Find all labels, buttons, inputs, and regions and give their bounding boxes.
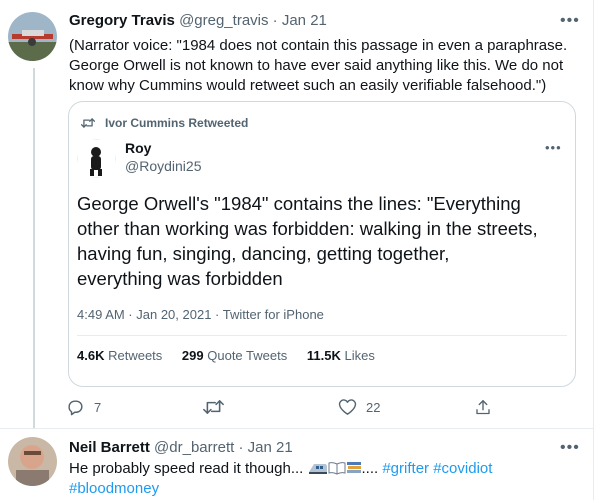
share-icon — [476, 400, 490, 415]
quoted-tweet-card[interactable]: Ivor Cummins Retweeted Roy @Roydini25 ••… — [68, 101, 576, 387]
quote-tweets-stat[interactable]: 299 Quote Tweets — [182, 348, 287, 363]
reply-button[interactable]: 7 — [66, 398, 101, 417]
hashtag-link[interactable]: #grifter — [382, 460, 429, 477]
hashtag-link[interactable]: #covidiot — [433, 460, 492, 477]
timeline-border — [593, 0, 594, 500]
hashtag-link[interactable]: #bloodmoney — [69, 480, 159, 497]
tweet-time[interactable]: Jan 21 — [282, 12, 327, 29]
retweeted-by: Ivor Cummins Retweeted — [81, 116, 248, 130]
retweet-icon — [81, 118, 95, 128]
tweet-text: He probably speed read it though... ....… — [69, 460, 493, 497]
train-emoji-icon — [308, 464, 327, 474]
retweet-button[interactable] — [203, 398, 233, 416]
retweet-icon — [203, 400, 224, 414]
likes-stat[interactable]: 11.5K Likes — [307, 348, 375, 363]
author-name[interactable]: Gregory Travis — [69, 12, 175, 29]
tweet-header: Gregory Travis @greg_travis · Jan 21 — [69, 12, 327, 29]
share-button[interactable] — [474, 398, 501, 417]
avatar[interactable] — [8, 12, 57, 61]
tweet-neil-barrett[interactable]: Neil Barrett @dr_barrett · Jan 21 ••• He… — [0, 429, 593, 500]
tweet-gregory-travis[interactable]: Gregory Travis @greg_travis · Jan 21 •••… — [0, 0, 593, 428]
books-emoji-icon — [346, 462, 361, 473]
author-handle[interactable]: @dr_barrett — [154, 439, 234, 456]
thread-line — [33, 68, 35, 428]
tweet-text: (Narrator voice: "1984 does not contain … — [69, 37, 568, 94]
author-handle[interactable]: @greg_travis — [179, 12, 268, 29]
reply-icon — [68, 400, 83, 416]
quoted-author-name[interactable]: Roy — [125, 140, 151, 157]
tweet-header: Neil Barrett @dr_barrett · Jan 21 — [69, 439, 293, 456]
more-icon[interactable]: ••• — [545, 141, 562, 154]
quoted-tweet-stats: 4.6K Retweets 299 Quote Tweets 11.5K Lik… — [77, 348, 391, 363]
more-icon[interactable]: ••• — [560, 440, 580, 456]
divider — [77, 335, 567, 336]
like-icon — [338, 399, 357, 415]
retweets-stat[interactable]: 4.6K Retweets — [77, 348, 162, 363]
tweet-time[interactable]: Jan 21 — [248, 439, 293, 456]
more-icon[interactable]: ••• — [560, 13, 580, 29]
quoted-tweet-text: George Orwell's "1984" contains the line… — [77, 193, 538, 289]
author-name[interactable]: Neil Barrett — [69, 439, 150, 456]
quoted-author-handle[interactable]: @Roydini25 — [125, 158, 201, 175]
quoted-avatar[interactable] — [77, 139, 116, 178]
quoted-tweet-meta[interactable]: 4:49 AM · Jan 20, 2021 · Twitter for iPh… — [77, 307, 324, 322]
like-button[interactable]: 22 — [338, 398, 380, 416]
book-emoji-icon — [328, 462, 345, 475]
avatar[interactable] — [8, 437, 57, 486]
